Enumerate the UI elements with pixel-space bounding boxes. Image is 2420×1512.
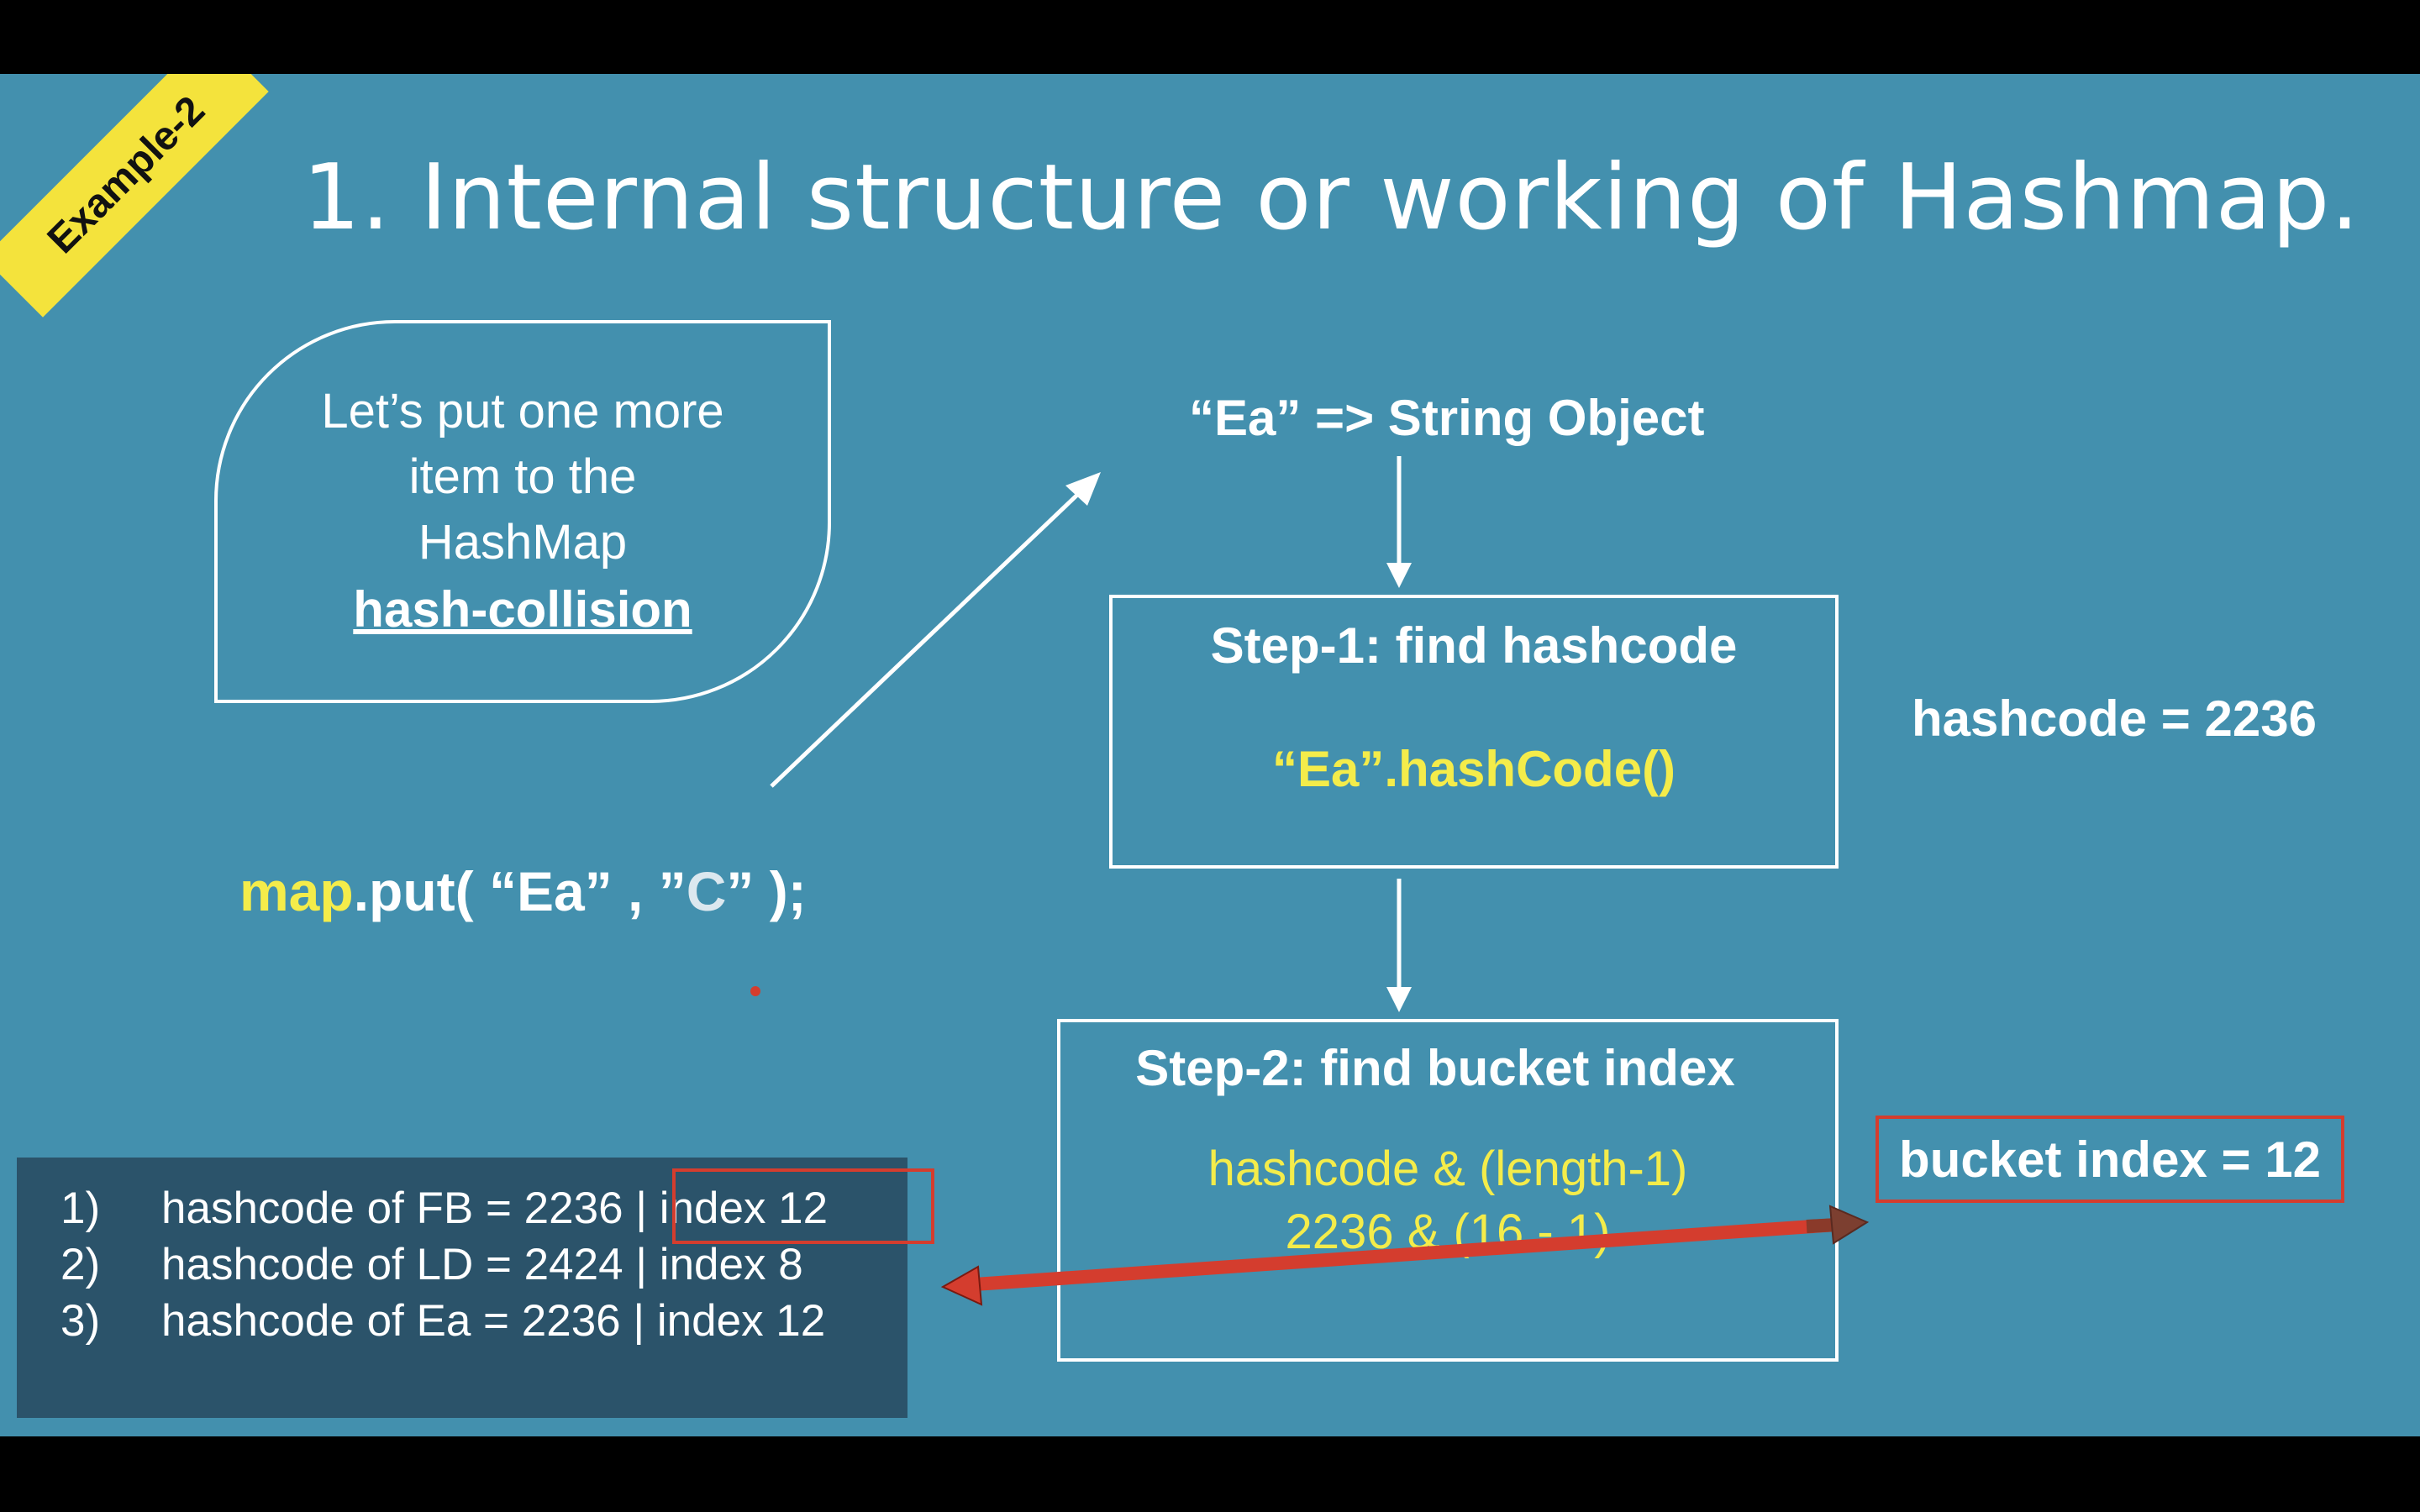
arrows-layer [750,456,1870,1306]
down-arrow-2-head [1386,987,1412,1012]
diagonal-arrow [770,479,1094,788]
down-arrow-1-head [1386,563,1412,588]
cursor-dot [750,986,760,996]
red-double-arrow [974,1218,1838,1291]
red-arrow-right-head [1828,1205,1870,1245]
slide: Example-2 1. Internal structure or worki… [0,74,2420,1436]
red-arrow-left-head [940,1265,983,1306]
